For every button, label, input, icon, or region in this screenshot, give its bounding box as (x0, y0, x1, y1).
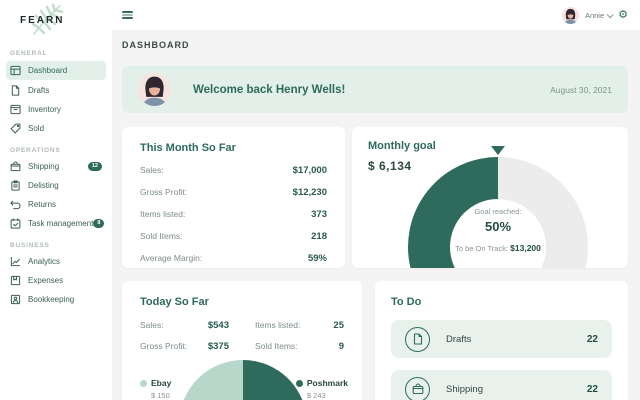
goal-card-title: Monthly goal (368, 140, 436, 152)
shipping-icon (10, 161, 21, 172)
sidebar-item-shipping[interactable]: Shipping 12 (6, 158, 106, 175)
task-management-icon (10, 218, 21, 229)
dashboard-icon (10, 65, 21, 76)
banner-date: August 30, 2021 (550, 84, 612, 95)
goal-current-amount: $ 6,134 (368, 159, 412, 173)
marketplace-pie-chart (179, 360, 307, 400)
todo-card: To Do Drafts 22 Shipping 22 (375, 281, 628, 400)
welcome-banner: Welcome back Henry Wells! August 30, 202… (122, 66, 628, 113)
stat-row: Average Margin: 59% (140, 253, 327, 264)
banner-avatar (138, 73, 171, 106)
sidebar-section-operations: OPERATIONS (10, 147, 61, 154)
drafts-count: 22 (586, 333, 598, 345)
delisting-icon (10, 180, 21, 191)
stat-row: Sold Items: 9 (255, 341, 344, 352)
drafts-icon (10, 85, 21, 96)
analytics-icon (10, 256, 21, 267)
user-avatar[interactable] (561, 6, 579, 24)
month-stats-card: This Month So Far Sales: $17,000 Gross P… (122, 127, 345, 268)
goal-reached-label: Goal reached: (474, 207, 522, 216)
sidebar-item-sold[interactable]: Sold (6, 120, 106, 137)
stat-row: Items listed: 25 (255, 320, 344, 331)
brand-name: FEARN (20, 15, 65, 26)
bookkeeping-icon (10, 294, 21, 305)
task-management-badge: 8 (93, 219, 105, 228)
drafts-icon (405, 326, 430, 352)
goal-percent: 50% (484, 219, 512, 234)
sidebar-item-bookkeeping[interactable]: Bookkeeping (6, 291, 106, 308)
sidebar-item-inventory[interactable]: Inventory (6, 101, 106, 118)
page-title: DASHBOARD (122, 40, 190, 50)
goal-on-track: To be On Track: $13,200 (455, 243, 541, 253)
inventory-icon (10, 104, 21, 115)
stat-row: Gross Profit: $12,230 (140, 187, 327, 198)
todo-item-drafts[interactable]: Drafts 22 (391, 320, 612, 358)
stat-row: Sales: $543 (140, 320, 229, 331)
goal-marker-icon (491, 146, 505, 155)
stat-row: Sold Items: 218 (140, 231, 327, 242)
goal-center-readout: Goal reached: 50% To be On Track: $13,20… (438, 207, 558, 253)
sidebar-item-task-management[interactable]: Task management 8 (6, 215, 106, 232)
sidebar-item-delisting[interactable]: Delisting (6, 177, 106, 194)
welcome-message: Welcome back Henry Wells! (193, 83, 346, 96)
shipping-badge: 12 (87, 162, 102, 171)
sidebar-item-dashboard[interactable]: Dashboard (6, 61, 106, 80)
legend-poshmark: Poshmark $ 243 (295, 378, 348, 400)
monthly-goal-card: Monthly goal $ 6,134 Goal reached: 50% T… (352, 127, 628, 268)
sidebar-item-returns[interactable]: Returns (6, 196, 106, 213)
sidebar: FEARN GENERAL Dashboard Drafts Inventory (0, 0, 112, 400)
returns-icon (10, 199, 21, 210)
hamburger-menu-icon[interactable] (122, 9, 133, 20)
topbar: Annie ⚙ (112, 0, 640, 30)
sidebar-section-business: BUSINESS (10, 242, 50, 249)
stat-row: Sales: $17,000 (140, 165, 327, 176)
legend-ebay: Ebay $ 150 (140, 378, 171, 400)
expenses-icon (10, 275, 21, 286)
poshmark-dot-icon (295, 379, 303, 387)
sidebar-item-expenses[interactable]: Expenses (6, 272, 106, 289)
sidebar-section-general: GENERAL (10, 50, 48, 57)
todo-item-shipping[interactable]: Shipping 22 (391, 370, 612, 400)
gear-icon[interactable]: ⚙ (618, 9, 628, 21)
main-content: DASHBOARD Welcome back Henry Wells! Augu… (112, 30, 640, 400)
sidebar-item-drafts[interactable]: Drafts (6, 82, 106, 99)
stat-row: Gross Profit: $375 (140, 341, 229, 352)
shipping-icon (405, 376, 430, 400)
chevron-down-icon (606, 10, 614, 18)
user-menu[interactable]: Annie (585, 10, 614, 20)
app-window: FEARN GENERAL Dashboard Drafts Inventory (0, 0, 640, 400)
sidebar-item-analytics[interactable]: Analytics (6, 253, 106, 270)
sold-icon (10, 123, 21, 134)
todo-card-title: To Do (391, 296, 422, 308)
shipping-count: 22 (586, 383, 598, 395)
month-card-title: This Month So Far (140, 142, 236, 154)
brand-logo[interactable]: FEARN (18, 2, 88, 40)
ebay-dot-icon (140, 379, 147, 387)
today-stats-card: Today So Far Sales: $543 Gross Profit: $… (122, 281, 362, 400)
stat-row: Items listed: 373 (140, 209, 327, 220)
today-card-title: Today So Far (140, 296, 209, 308)
